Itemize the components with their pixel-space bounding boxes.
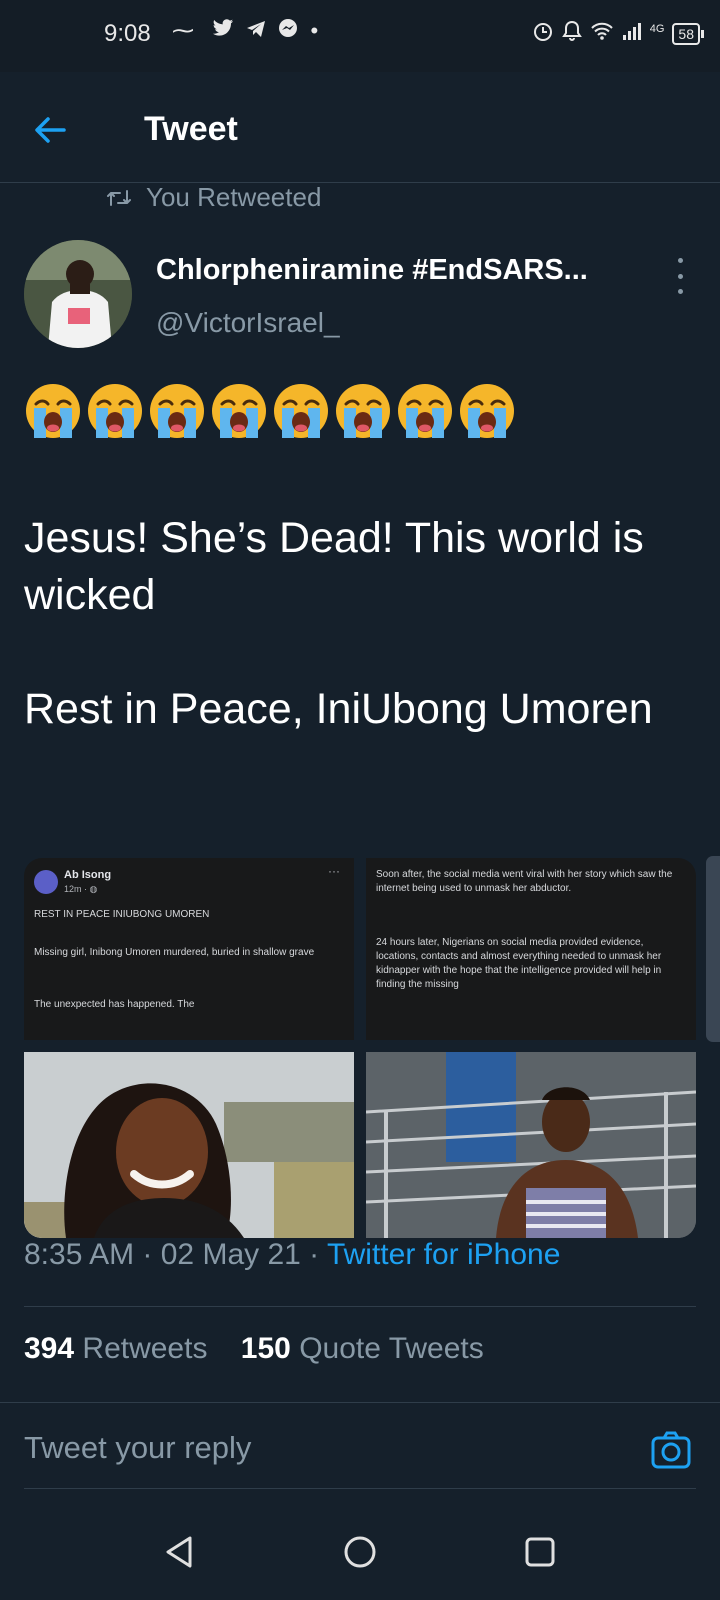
system-icons: 4G 58 bbox=[532, 20, 704, 48]
retweets-label: Retweets bbox=[74, 1332, 208, 1365]
author-handle[interactable]: @VictorIsrael_ bbox=[156, 307, 340, 339]
triangle-back-icon bbox=[166, 1536, 192, 1568]
status-time: 9:08 bbox=[104, 20, 151, 47]
bell-icon bbox=[561, 20, 582, 48]
author-name[interactable]: Chlorpheniramine #EndSARS... bbox=[156, 254, 656, 287]
tweet-time: 8:35 AM bbox=[24, 1238, 135, 1271]
more-dot-icon bbox=[677, 258, 683, 263]
alarm-icon bbox=[532, 20, 554, 48]
circle-home-icon bbox=[344, 1536, 376, 1568]
portrait-photo bbox=[24, 1052, 354, 1238]
crying-face-emoji-icon bbox=[458, 382, 516, 440]
audio-wave-icon: ⁓ bbox=[172, 18, 200, 43]
twitter-icon bbox=[212, 18, 246, 43]
retweets-stat[interactable]: 394 Retweets bbox=[24, 1332, 207, 1365]
fb-paragraph: 24 hours later, Nigerians on social medi… bbox=[376, 937, 662, 990]
status-bar: 9:08 ⁓ • 4G 58 bbox=[0, 0, 720, 72]
retweet-context: You Retweeted bbox=[106, 182, 321, 213]
fb-line: The unexpected has happened. The bbox=[34, 999, 195, 1010]
divider bbox=[24, 1488, 696, 1489]
crying-face-emoji-icon bbox=[272, 382, 330, 440]
crying-face-emoji-icon bbox=[396, 382, 454, 440]
tweet-text: Jesus! She’s Dead! This world is wicked … bbox=[24, 510, 696, 738]
media-image-3[interactable] bbox=[24, 1052, 354, 1238]
camera-button[interactable] bbox=[650, 1429, 692, 1471]
notification-icons: ⁓ • bbox=[172, 18, 324, 44]
media-image-4[interactable] bbox=[366, 1052, 696, 1238]
tweet-paragraph: Jesus! She’s Dead! This world is wicked bbox=[24, 514, 644, 619]
signal-icon bbox=[622, 21, 646, 47]
fb-line: Missing girl, Inibong Umoren murdered, b… bbox=[34, 947, 315, 958]
crying-face-emoji-icon bbox=[148, 382, 206, 440]
emoji-row bbox=[24, 382, 516, 440]
fb-avatar bbox=[34, 870, 58, 894]
tweet-paragraph: Rest in Peace, IniUbong Umoren bbox=[24, 685, 653, 733]
globe-icon: ◍ bbox=[89, 884, 98, 894]
battery-indicator: 58 bbox=[672, 23, 704, 45]
messenger-icon bbox=[278, 18, 310, 43]
reply-input[interactable] bbox=[24, 1421, 614, 1475]
media-image-2[interactable]: Soon after, the social media went viral … bbox=[366, 858, 696, 1040]
quotes-count: 150 bbox=[240, 1332, 291, 1365]
more-dot-icon bbox=[677, 273, 683, 279]
system-nav-bar bbox=[0, 1500, 720, 1600]
camera-icon bbox=[651, 1431, 691, 1469]
avatar-image bbox=[24, 240, 132, 348]
tweet-stats: 394 Retweets 150 Quote Tweets bbox=[24, 1332, 484, 1366]
retweet-label: You Retweeted bbox=[146, 182, 322, 212]
media-grid: Ab Isong 12m · ◍ ··· REST IN PEACE INIUB… bbox=[24, 858, 696, 1238]
app-header: Tweet bbox=[0, 72, 720, 183]
media-image-1[interactable]: Ab Isong 12m · ◍ ··· REST IN PEACE INIUB… bbox=[24, 858, 354, 1040]
fb-heading: REST IN PEACE INIUBONG UMOREN bbox=[34, 909, 210, 920]
nav-back-button[interactable] bbox=[160, 1532, 200, 1572]
avatar[interactable] bbox=[24, 240, 132, 348]
fb-post-time: 12m · ◍ bbox=[64, 884, 98, 894]
crying-face-emoji-icon bbox=[24, 382, 82, 440]
retweets-count: 394 bbox=[24, 1332, 75, 1365]
nav-recents-button[interactable] bbox=[520, 1532, 560, 1572]
divider bbox=[24, 1306, 696, 1307]
dot-icon: • bbox=[310, 18, 325, 43]
quote-tweets-stat[interactable]: 150 Quote Tweets bbox=[241, 1332, 484, 1365]
crying-face-emoji-icon bbox=[210, 382, 268, 440]
wifi-icon bbox=[590, 21, 614, 47]
crying-face-emoji-icon bbox=[334, 382, 392, 440]
network-type: 4G bbox=[649, 23, 665, 35]
telegram-icon bbox=[246, 18, 278, 43]
arrow-left-icon bbox=[35, 117, 66, 143]
fb-more-icon: ··· bbox=[328, 864, 340, 878]
tweet-date: 02 May 21 bbox=[160, 1238, 301, 1271]
nav-home-button[interactable] bbox=[340, 1532, 380, 1572]
retweet-icon bbox=[107, 189, 131, 206]
tweet-source-link[interactable]: Twitter for iPhone bbox=[327, 1238, 560, 1271]
reply-bar bbox=[0, 1402, 720, 1501]
crying-face-emoji-icon bbox=[86, 382, 144, 440]
quotes-label: Quote Tweets bbox=[290, 1332, 484, 1365]
more-options-button[interactable] bbox=[668, 258, 692, 294]
more-dot-icon bbox=[677, 289, 683, 294]
fb-poster-name: Ab Isong bbox=[64, 869, 112, 881]
square-recents-icon bbox=[525, 1537, 555, 1567]
portrait-photo bbox=[366, 1052, 696, 1238]
back-button[interactable] bbox=[28, 108, 80, 152]
fb-paragraph: Soon after, the social media went viral … bbox=[376, 869, 673, 894]
tweet-meta: 8:35 AM · 02 May 21 · Twitter for iPhone bbox=[24, 1238, 561, 1271]
page-title: Tweet bbox=[144, 110, 238, 148]
media-scrollbar[interactable] bbox=[706, 856, 720, 1042]
